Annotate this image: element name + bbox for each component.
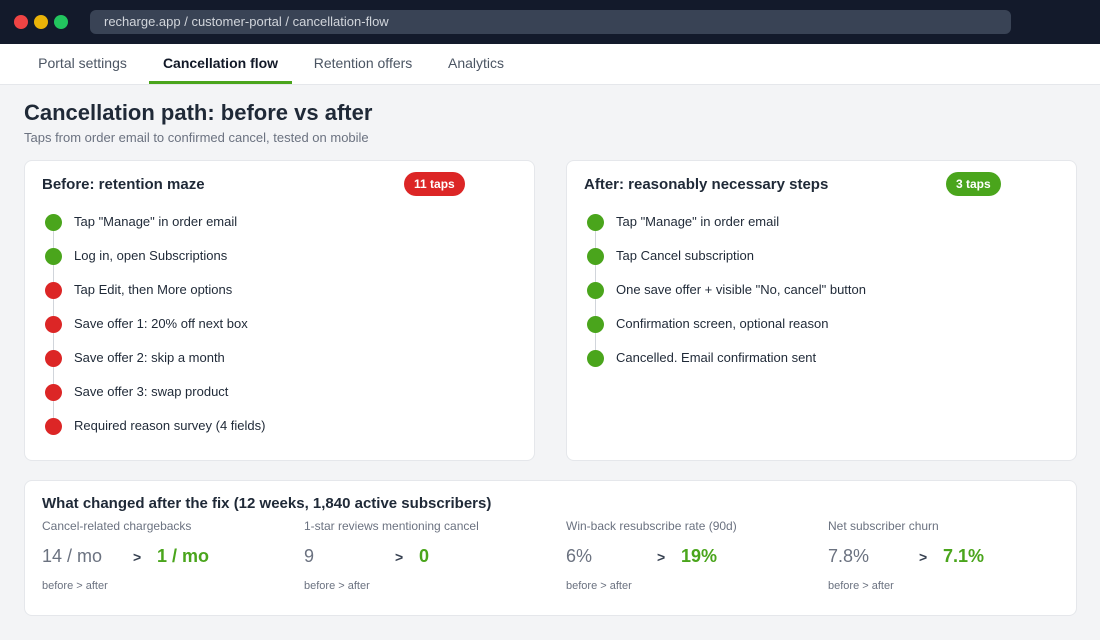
metric-before-value: 6%: [566, 546, 593, 566]
step-label: Tap Cancel subscription: [616, 248, 755, 263]
metric-after-value: 7.1%: [943, 546, 985, 566]
before-tap-count-badge: 11 taps: [404, 172, 465, 196]
metric-arrow: >: [657, 549, 666, 565]
metrics-card: What changed after the fix (12 weeks, 1,…: [24, 480, 1077, 616]
metric-legend: before > after: [42, 580, 108, 592]
step-status-green-dot-icon: [45, 248, 62, 265]
step-label: Log in, open Subscriptions: [74, 248, 228, 263]
step-label: Required reason survey (4 fields): [74, 418, 266, 433]
metric-chargebacks: Cancel-related chargebacks 14 / mo > 1 /…: [42, 519, 292, 599]
timeline-step: Save offer 1: 20% off next box: [44, 315, 514, 350]
tab-bar: Portal settings Cancellation flow Retent…: [0, 44, 1100, 85]
step-label: Save offer 2: skip a month: [74, 350, 225, 365]
after-step-list: Tap "Manage" in order email Tap Cancel su…: [586, 213, 1056, 383]
metric-net-churn: Net subscriber churn 7.8% > 7.1% before …: [828, 519, 1078, 599]
metric-before-value: 14 / mo: [42, 546, 103, 566]
timeline-connector: [53, 299, 54, 316]
page-subtitle: Taps from order email to confirmed cance…: [24, 130, 369, 145]
timeline-step: Required reason survey (4 fields): [44, 417, 514, 451]
step-label: Confirmation screen, optional reason: [616, 316, 829, 331]
metric-label: Cancel-related chargebacks: [42, 519, 192, 533]
step-status-green-dot-icon: [45, 214, 62, 231]
page-title: Cancellation path: before vs after: [24, 100, 373, 125]
metric-legend: before > after: [304, 580, 370, 592]
close-window-icon[interactable]: [14, 15, 28, 29]
timeline-connector: [595, 265, 596, 282]
timeline-step: Save offer 2: skip a month: [44, 349, 514, 384]
step-status-red-dot-icon: [45, 384, 62, 401]
metric-label: 1-star reviews mentioning cancel: [304, 519, 479, 533]
address-bar[interactable]: recharge.app / customer-portal / cancell…: [90, 10, 1011, 34]
metric-winback-rate: Win-back resubscribe rate (90d) 6% > 19%…: [566, 519, 816, 599]
metric-before-value: 7.8%: [828, 546, 870, 566]
timeline-step: One save offer + visible "No, cancel" bu…: [586, 281, 1056, 316]
metrics-title: What changed after the fix (12 weeks, 1,…: [42, 495, 492, 512]
step-status-green-dot-icon: [587, 248, 604, 265]
metric-arrow: >: [919, 549, 928, 565]
step-label: Tap Edit, then More options: [74, 282, 233, 297]
step-label: One save offer + visible "No, cancel" bu…: [616, 282, 866, 297]
step-status-red-dot-icon: [45, 316, 62, 333]
metric-after-value: 1 / mo: [157, 546, 210, 566]
step-status-green-dot-icon: [587, 282, 604, 299]
timeline-connector: [53, 401, 54, 418]
timeline-connector: [53, 333, 54, 350]
step-label: Tap "Manage" in order email: [616, 214, 780, 229]
after-card-title: After: reasonably necessary steps: [584, 176, 829, 193]
before-card-title: Before: retention maze: [42, 176, 205, 193]
step-status-red-dot-icon: [45, 418, 62, 435]
metric-after-value: 0: [419, 546, 430, 566]
step-status-green-dot-icon: [587, 316, 604, 333]
step-status-green-dot-icon: [587, 214, 604, 231]
step-status-red-dot-icon: [45, 350, 62, 367]
metric-arrow: >: [395, 549, 404, 565]
metric-one-star-reviews: 1-star reviews mentioning cancel 9 > 0 b…: [304, 519, 554, 599]
tab-analytics[interactable]: Analytics: [438, 44, 514, 84]
step-status-green-dot-icon: [587, 350, 604, 367]
tab-cancellation-flow[interactable]: Cancellation flow: [149, 44, 292, 84]
step-label: Cancelled. Email confirmation sent: [616, 350, 817, 365]
timeline-connector: [595, 231, 596, 248]
before-card: Before: retention maze 11 taps Tap "Mana…: [24, 160, 535, 461]
metric-legend: before > after: [828, 580, 894, 592]
tab-retention-offers[interactable]: Retention offers: [304, 44, 422, 84]
metric-before-value: 9: [304, 546, 315, 566]
timeline-connector: [595, 299, 596, 316]
after-card: After: reasonably necessary steps 3 taps…: [566, 160, 1077, 461]
metric-label: Net subscriber churn: [828, 519, 939, 533]
metric-arrow: >: [133, 549, 142, 565]
before-step-list: Tap "Manage" in order email Log in, open …: [44, 213, 514, 451]
timeline-connector: [53, 265, 54, 282]
metric-legend: before > after: [566, 580, 632, 592]
window-titlebar: recharge.app / customer-portal / cancell…: [0, 0, 1100, 44]
metric-label: Win-back resubscribe rate (90d): [566, 519, 737, 533]
minimize-window-icon[interactable]: [34, 15, 48, 29]
timeline-step: Tap "Manage" in order email: [586, 213, 1056, 248]
step-label: Save offer 1: 20% off next box: [74, 316, 248, 331]
timeline-step: Log in, open Subscriptions: [44, 247, 514, 282]
timeline-connector: [53, 231, 54, 248]
tab-portal-settings[interactable]: Portal settings: [24, 44, 141, 84]
timeline-step: Tap "Manage" in order email: [44, 213, 514, 248]
step-label: Tap "Manage" in order email: [74, 214, 238, 229]
timeline-step: Tap Edit, then More options: [44, 281, 514, 316]
maximize-window-icon[interactable]: [54, 15, 68, 29]
timeline-step: Confirmation screen, optional reason: [586, 315, 1056, 350]
timeline-connector: [595, 333, 596, 350]
step-label: Save offer 3: swap product: [74, 384, 229, 399]
timeline-step: Save offer 3: swap product: [44, 383, 514, 418]
timeline-step: Tap Cancel subscription: [586, 247, 1056, 282]
metric-after-value: 19%: [681, 546, 718, 566]
timeline-connector: [53, 367, 54, 384]
step-status-red-dot-icon: [45, 282, 62, 299]
after-tap-count-badge: 3 taps: [946, 172, 1001, 196]
timeline-step: Cancelled. Email confirmation sent: [586, 349, 1056, 383]
